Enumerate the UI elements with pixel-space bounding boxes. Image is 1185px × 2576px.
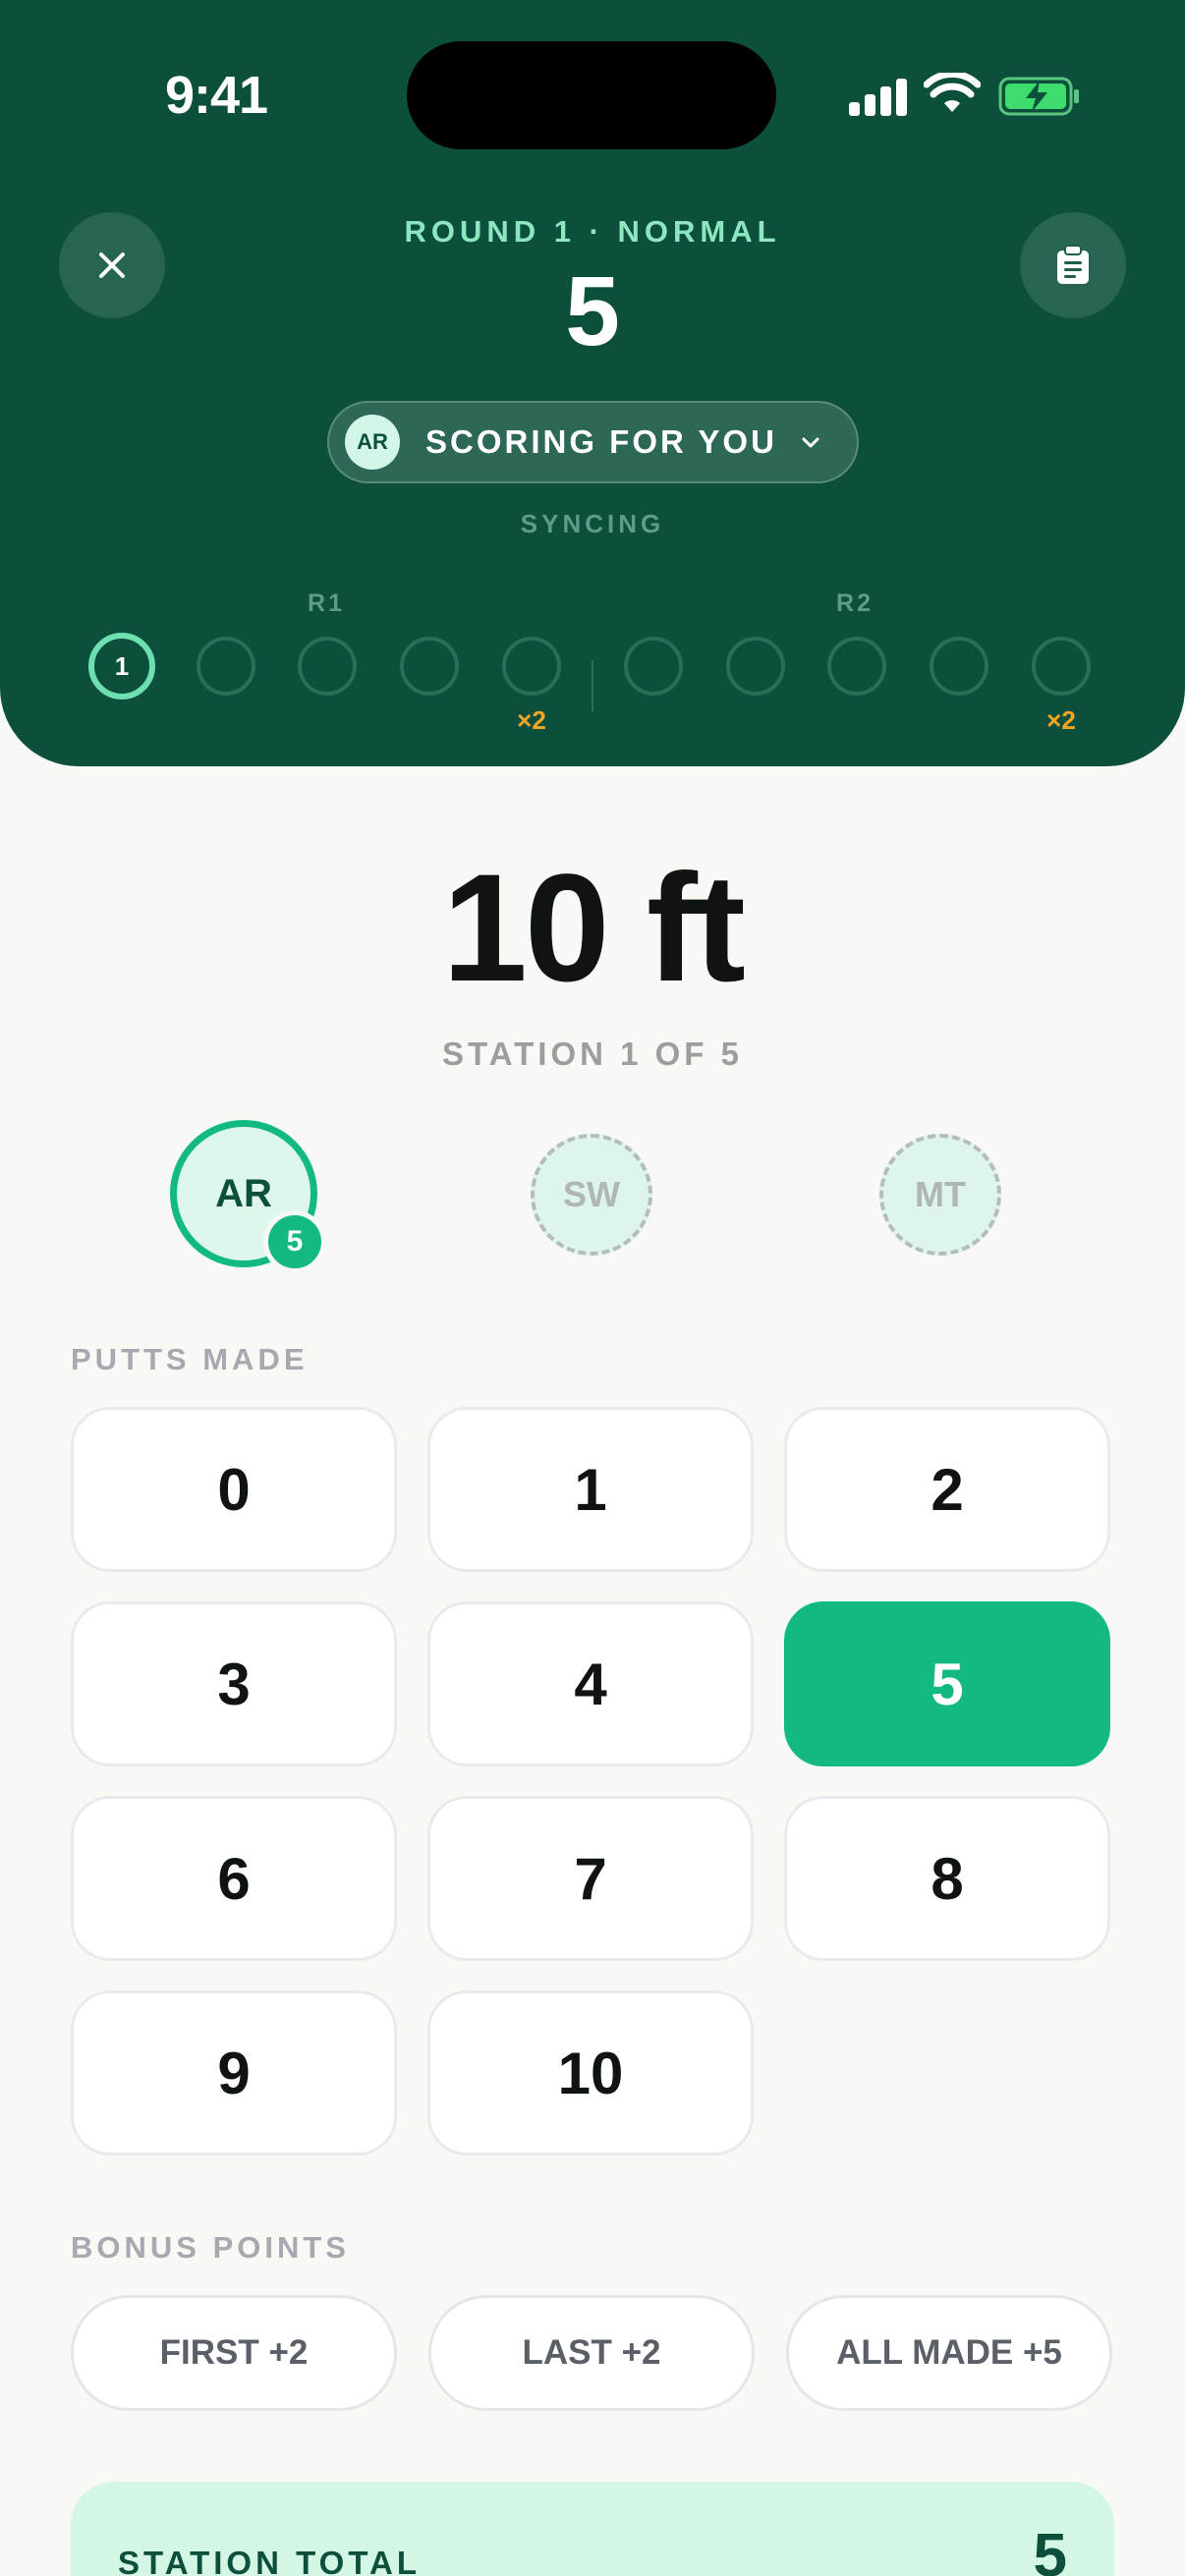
putts-option-9[interactable]: 9: [71, 1990, 397, 2156]
putts-option-7[interactable]: 7: [427, 1796, 754, 1961]
station-dot[interactable]: [502, 637, 561, 696]
cellular-signal-icon: [849, 79, 908, 116]
putts-option-10[interactable]: 10: [427, 1990, 754, 2156]
putts-option-8[interactable]: 8: [784, 1796, 1110, 1961]
player-score-badge: 5: [263, 1210, 326, 1273]
round-score: 5: [565, 256, 620, 366]
putts-option-0[interactable]: 0: [71, 1407, 397, 1572]
player-avatar[interactable]: MT: [879, 1134, 1001, 1256]
status-time: 9:41: [165, 66, 268, 125]
bonus-last-button[interactable]: LAST +2: [428, 2295, 755, 2411]
bonus-first-button[interactable]: FIRST +2: [71, 2295, 397, 2411]
putts-option-2[interactable]: 2: [784, 1407, 1110, 1572]
bonus-points-label: BONUS POINTS: [71, 2230, 350, 2265]
round-label: ROUND 1 · NORMAL: [404, 214, 781, 249]
station-dot[interactable]: [1032, 637, 1091, 696]
header: 9:41 ROUND 1 · NORMAL 5 AR SCORING FOR Y…: [0, 0, 1185, 766]
wifi-icon: [924, 73, 981, 112]
sync-status: SYNCING: [520, 509, 665, 538]
putts-option-1[interactable]: 1: [427, 1407, 754, 1572]
station-dot[interactable]: [298, 637, 357, 696]
multiplier-badge: ×2: [1046, 705, 1076, 735]
multiplier-badge: ×2: [517, 705, 546, 735]
scoring-for-label: SCORING FOR YOU: [425, 423, 777, 460]
station-dot[interactable]: [400, 637, 459, 696]
station-dot-active[interactable]: 1: [88, 633, 155, 700]
station-label: STATION 1 OF 5: [442, 1036, 743, 1072]
scoring-for-selector[interactable]: AR SCORING FOR YOU: [327, 401, 859, 483]
station-dot[interactable]: [624, 637, 683, 696]
station-dot[interactable]: [827, 637, 886, 696]
putts-option-5-selected[interactable]: 5: [784, 1601, 1110, 1766]
putts-made-label: PUTTS MADE: [71, 1342, 309, 1376]
putts-option-3[interactable]: 3: [71, 1601, 397, 1766]
avatar: AR: [345, 415, 400, 470]
station-dot[interactable]: [930, 637, 988, 696]
chevron-down-icon: [802, 437, 819, 448]
player-avatar[interactable]: SW: [531, 1134, 652, 1256]
bonus-all-made-button[interactable]: ALL MADE +5: [786, 2295, 1112, 2411]
round-group-label: R1: [308, 589, 345, 617]
putts-option-4[interactable]: 4: [427, 1601, 754, 1766]
battery-charging-icon: [998, 77, 1079, 116]
station-total-label: STATION TOTAL: [118, 2545, 422, 2576]
station-total-value: 5: [1033, 2522, 1067, 2576]
dynamic-island: [407, 41, 776, 149]
round-group-label: R2: [836, 589, 874, 617]
putts-option-6[interactable]: 6: [71, 1796, 397, 1961]
station-dot[interactable]: [197, 637, 255, 696]
round-divider: [592, 660, 593, 711]
station-dot[interactable]: [726, 637, 785, 696]
putt-distance: 10 ft: [442, 843, 746, 1014]
station-total-card: STATION TOTAL 5: [71, 2482, 1114, 2576]
